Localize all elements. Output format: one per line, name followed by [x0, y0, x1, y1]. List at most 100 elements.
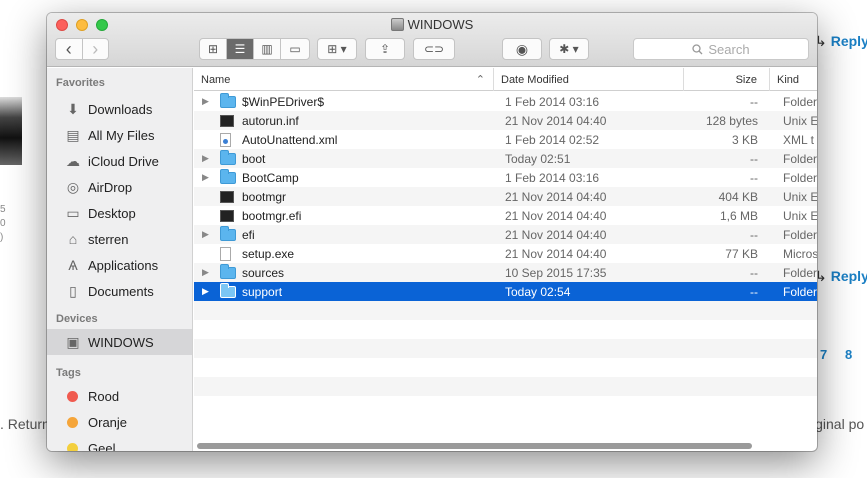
- file-size: --: [750, 170, 758, 185]
- name-column-header[interactable]: Name ⌃: [194, 68, 494, 91]
- executable-icon: [220, 190, 234, 203]
- forward-button[interactable]: ›: [83, 39, 109, 59]
- tag-button[interactable]: ⊂⊃: [413, 38, 455, 60]
- sidebar-item-documents[interactable]: ▯ Documents: [47, 278, 192, 304]
- disclosure-triangle-icon[interactable]: ▶: [202, 149, 212, 168]
- sidebar-item-label: Geel: [88, 440, 116, 452]
- file-row[interactable]: ▶ BootCamp 1 Feb 2014 03:16 -- Folder: [194, 168, 817, 187]
- sidebar-tag-rood[interactable]: Rood: [47, 383, 192, 409]
- back-button[interactable]: ‹: [56, 39, 83, 59]
- file-kind: Unix E: [783, 113, 817, 128]
- sidebar-item-all-my-files[interactable]: ▤ All My Files: [47, 122, 192, 148]
- xml-file-icon: [220, 132, 231, 147]
- background-reply-link[interactable]: ↳ Reply: [815, 268, 867, 285]
- file-date: Today 02:54: [505, 284, 571, 299]
- file-kind: Folder: [783, 265, 817, 280]
- file-size: 404 KB: [718, 189, 758, 204]
- action-button[interactable]: ✱ ▾: [549, 38, 589, 60]
- file-row[interactable]: AutoUnattend.xml 1 Feb 2014 02:52 3 KB XML …: [194, 130, 817, 149]
- disclosure-triangle-icon[interactable]: ▶: [202, 168, 212, 187]
- file-date: 1 Feb 2014 02:52: [505, 132, 600, 147]
- file-size: 3 KB: [731, 132, 758, 147]
- sidebar-item-label: Applications: [88, 257, 159, 273]
- sidebar-tag-oranje[interactable]: Oranje: [47, 409, 192, 435]
- file-row[interactable]: bootmgr.efi 21 Nov 2014 04:40 1,6 MB Unix E: [194, 206, 817, 225]
- file-row[interactable]: ▶ boot Today 02:51 -- Folder: [194, 149, 817, 168]
- file-list: Name ⌃ Date Modified Size Kind ▶ $WinPEDri…: [194, 68, 817, 451]
- file-name: bootmgr.efi: [242, 208, 302, 223]
- sidebar-item-label: Documents: [88, 283, 154, 299]
- sidebar-item-downloads[interactable]: ⬇ Downloads: [47, 96, 192, 122]
- sidebar: Favorites ⬇ Downloads ▤ All My Files ☁ iCloud…: [47, 68, 193, 451]
- empty-row: [194, 320, 817, 339]
- file-row[interactable]: ▶ $WinPEDriver$ 1 Feb 2014 03:16 -- Folder: [194, 92, 817, 111]
- documents-icon: ▯: [69, 282, 77, 299]
- sidebar-item-label: iCloud Drive: [88, 153, 159, 169]
- file-size: --: [750, 94, 758, 109]
- disclosure-triangle-icon[interactable]: ▶: [202, 92, 212, 111]
- sidebar-item-label: Downloads: [88, 101, 153, 117]
- file-row[interactable]: setup.exe 21 Nov 2014 04:40 77 KB Micros: [194, 244, 817, 263]
- share-button[interactable]: ⇪: [365, 38, 405, 60]
- file-name: sources: [242, 265, 285, 280]
- background-reply-link[interactable]: ↳ Reply: [815, 33, 867, 50]
- file-row[interactable]: ▶ efi 21 Nov 2014 04:40 -- Folder: [194, 225, 817, 244]
- sidebar-item-windows[interactable]: ▣ WINDOWS: [47, 329, 192, 355]
- file-date: 21 Nov 2014 04:40: [505, 113, 607, 128]
- file-kind: Folder: [783, 94, 817, 109]
- size-column-header[interactable]: Size: [684, 68, 770, 91]
- file-row[interactable]: ▶ sources 10 Sep 2015 17:35 -- Folder: [194, 263, 817, 282]
- tag-color-icon: [67, 416, 78, 428]
- sidebar-item-applications[interactable]: Ѧ Applications: [47, 252, 192, 278]
- sidebar-item-sterren[interactable]: ⌂ sterren: [47, 226, 192, 252]
- file-kind: XML t: [783, 132, 814, 147]
- disclosure-triangle-icon[interactable]: ▶: [202, 282, 212, 301]
- search-field[interactable]: Search: [633, 38, 809, 60]
- background-original-text: iginal po: [812, 416, 865, 432]
- background-page-link[interactable]: 8: [845, 347, 852, 362]
- empty-row: [194, 358, 817, 377]
- background-avatar: [0, 97, 22, 165]
- sort-indicator-icon: ⌃: [475, 74, 485, 86]
- background-page-link[interactable]: 7: [820, 347, 827, 362]
- file-row[interactable]: bootmgr 21 Nov 2014 04:40 404 KB Unix E: [194, 187, 817, 206]
- disclosure-triangle-icon[interactable]: ▶: [202, 263, 212, 282]
- sidebar-item-airdrop[interactable]: ◎ AirDrop: [47, 174, 192, 200]
- file-kind: Micros: [783, 246, 817, 261]
- file-date: 1 Feb 2014 03:16: [505, 170, 600, 185]
- file-size: --: [750, 227, 758, 242]
- sidebar-tag-geel[interactable]: Geel: [47, 435, 192, 451]
- downloads-icon: ⬇: [67, 100, 79, 117]
- kind-column-header[interactable]: Kind: [770, 68, 817, 91]
- file-kind: Folder: [783, 151, 817, 166]
- disk-icon: [390, 18, 404, 31]
- file-kind: Unix E: [783, 208, 817, 223]
- sidebar-item-label: WINDOWS: [88, 334, 154, 350]
- airdrop-icon: ◎: [66, 178, 80, 195]
- tag-color-icon: [67, 390, 78, 402]
- file-kind: Folder: [783, 284, 817, 299]
- date-column-header[interactable]: Date Modified: [494, 68, 684, 91]
- file-row[interactable]: autorun.inf 21 Nov 2014 04:40 128 bytes Uni…: [194, 111, 817, 130]
- background-numbers: 5 0): [0, 204, 6, 243]
- quicklook-button[interactable]: ◉: [502, 38, 542, 60]
- sidebar-item-label: AirDrop: [88, 179, 133, 195]
- disclosure-triangle-icon[interactable]: ▶: [202, 225, 212, 244]
- horizontal-scrollbar[interactable]: [197, 443, 752, 449]
- sidebar-item-desktop[interactable]: ▭ Desktop: [47, 200, 192, 226]
- file-name: AutoUnattend.xml: [242, 132, 338, 147]
- sidebar-item-icloud-drive[interactable]: ☁ iCloud Drive: [47, 148, 192, 174]
- column-view-button[interactable]: ▥: [254, 39, 281, 59]
- file-date: 10 Sep 2015 17:35: [505, 265, 607, 280]
- file-size: --: [750, 151, 758, 166]
- arrange-button[interactable]: ⊞ ▾: [317, 38, 357, 60]
- folder-icon: [220, 168, 236, 184]
- list-view-button[interactable]: ☰: [227, 39, 254, 59]
- file-name: support: [242, 284, 283, 299]
- file-kind: Unix E: [783, 189, 817, 204]
- file-name: bootmgr: [242, 189, 287, 204]
- icon-view-button[interactable]: ⊞: [200, 39, 227, 59]
- file-size: 1,6 MB: [719, 208, 758, 223]
- file-row[interactable]: ▶ support Today 02:54 -- Folder: [194, 282, 817, 301]
- coverflow-view-button[interactable]: ▭: [281, 39, 309, 59]
